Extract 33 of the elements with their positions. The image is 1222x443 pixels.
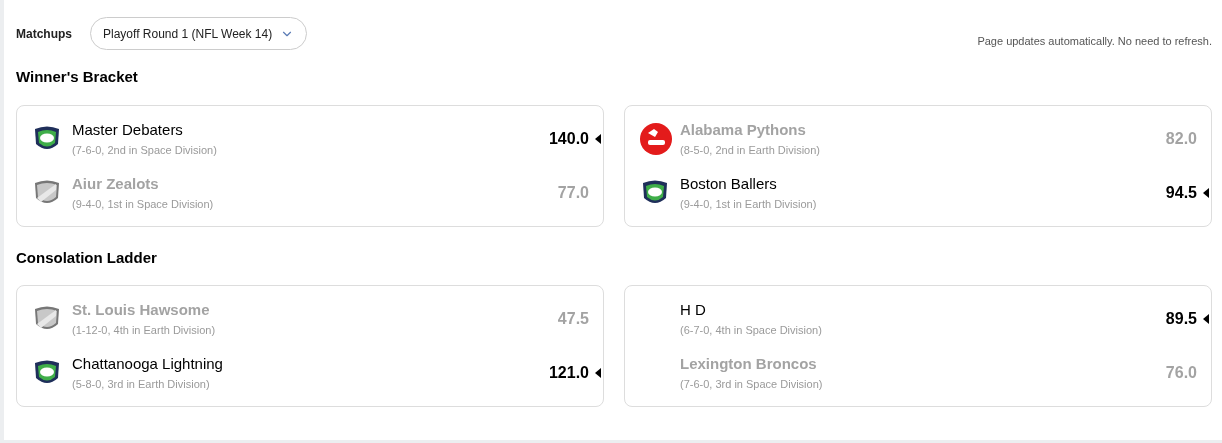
team-score: 82.0	[1165, 128, 1197, 149]
team-name: H D	[680, 300, 707, 320]
section-title: Winner's Bracket	[16, 67, 139, 87]
team-record: (8-5-0, 2nd in Earth Division)	[680, 142, 821, 158]
team-record: (9-4-0, 1st in Space Division)	[72, 196, 215, 212]
matchups-label: Matchups	[16, 25, 72, 43]
team-name: St. Louis Hawsome	[72, 300, 211, 320]
winner-arrow-icon	[1203, 314, 1209, 324]
winner-arrow-icon	[595, 133, 601, 144]
team-record: (7-6-0, 2nd in Space Division)	[72, 142, 218, 158]
team-name: Chattanooga Lightning	[72, 354, 224, 374]
team-score: 77.0	[557, 182, 589, 203]
team-record: (7-6-0, 3rd in Space Division)	[680, 377, 824, 392]
team-name: Alabama Pythons	[680, 119, 807, 140]
team-record: (9-4-0, 1st in Earth Division)	[680, 196, 818, 212]
auto-update-notice: Page updates automatically. No need to refresh.	[977, 34, 1212, 50]
team-record: (5-8-0, 3rd in Earth Division)	[72, 377, 211, 392]
section-title: Consolation Ladder	[16, 247, 158, 268]
winner-arrow-icon	[595, 368, 601, 378]
team-record: (1-12-0, 4th in Earth Division)	[72, 323, 217, 338]
team-record: (6-7-0, 4th in Space Division)	[680, 323, 823, 338]
team-name: Aiur Zealots	[72, 173, 160, 194]
team-score: 121.0	[548, 363, 589, 383]
winner-arrow-icon	[1203, 187, 1209, 198]
team-name: Master Debaters	[72, 119, 184, 140]
team-score: 76.0	[1165, 363, 1197, 383]
team-score: 94.5	[1165, 182, 1197, 203]
team-name: Boston Ballers	[680, 173, 778, 194]
team-score: 47.5	[557, 309, 589, 329]
team-logo-icon	[640, 122, 672, 155]
team-score: 140.0	[548, 128, 589, 149]
team-score: 89.5	[1165, 309, 1197, 329]
team-name: Lexington Broncos	[680, 354, 818, 374]
